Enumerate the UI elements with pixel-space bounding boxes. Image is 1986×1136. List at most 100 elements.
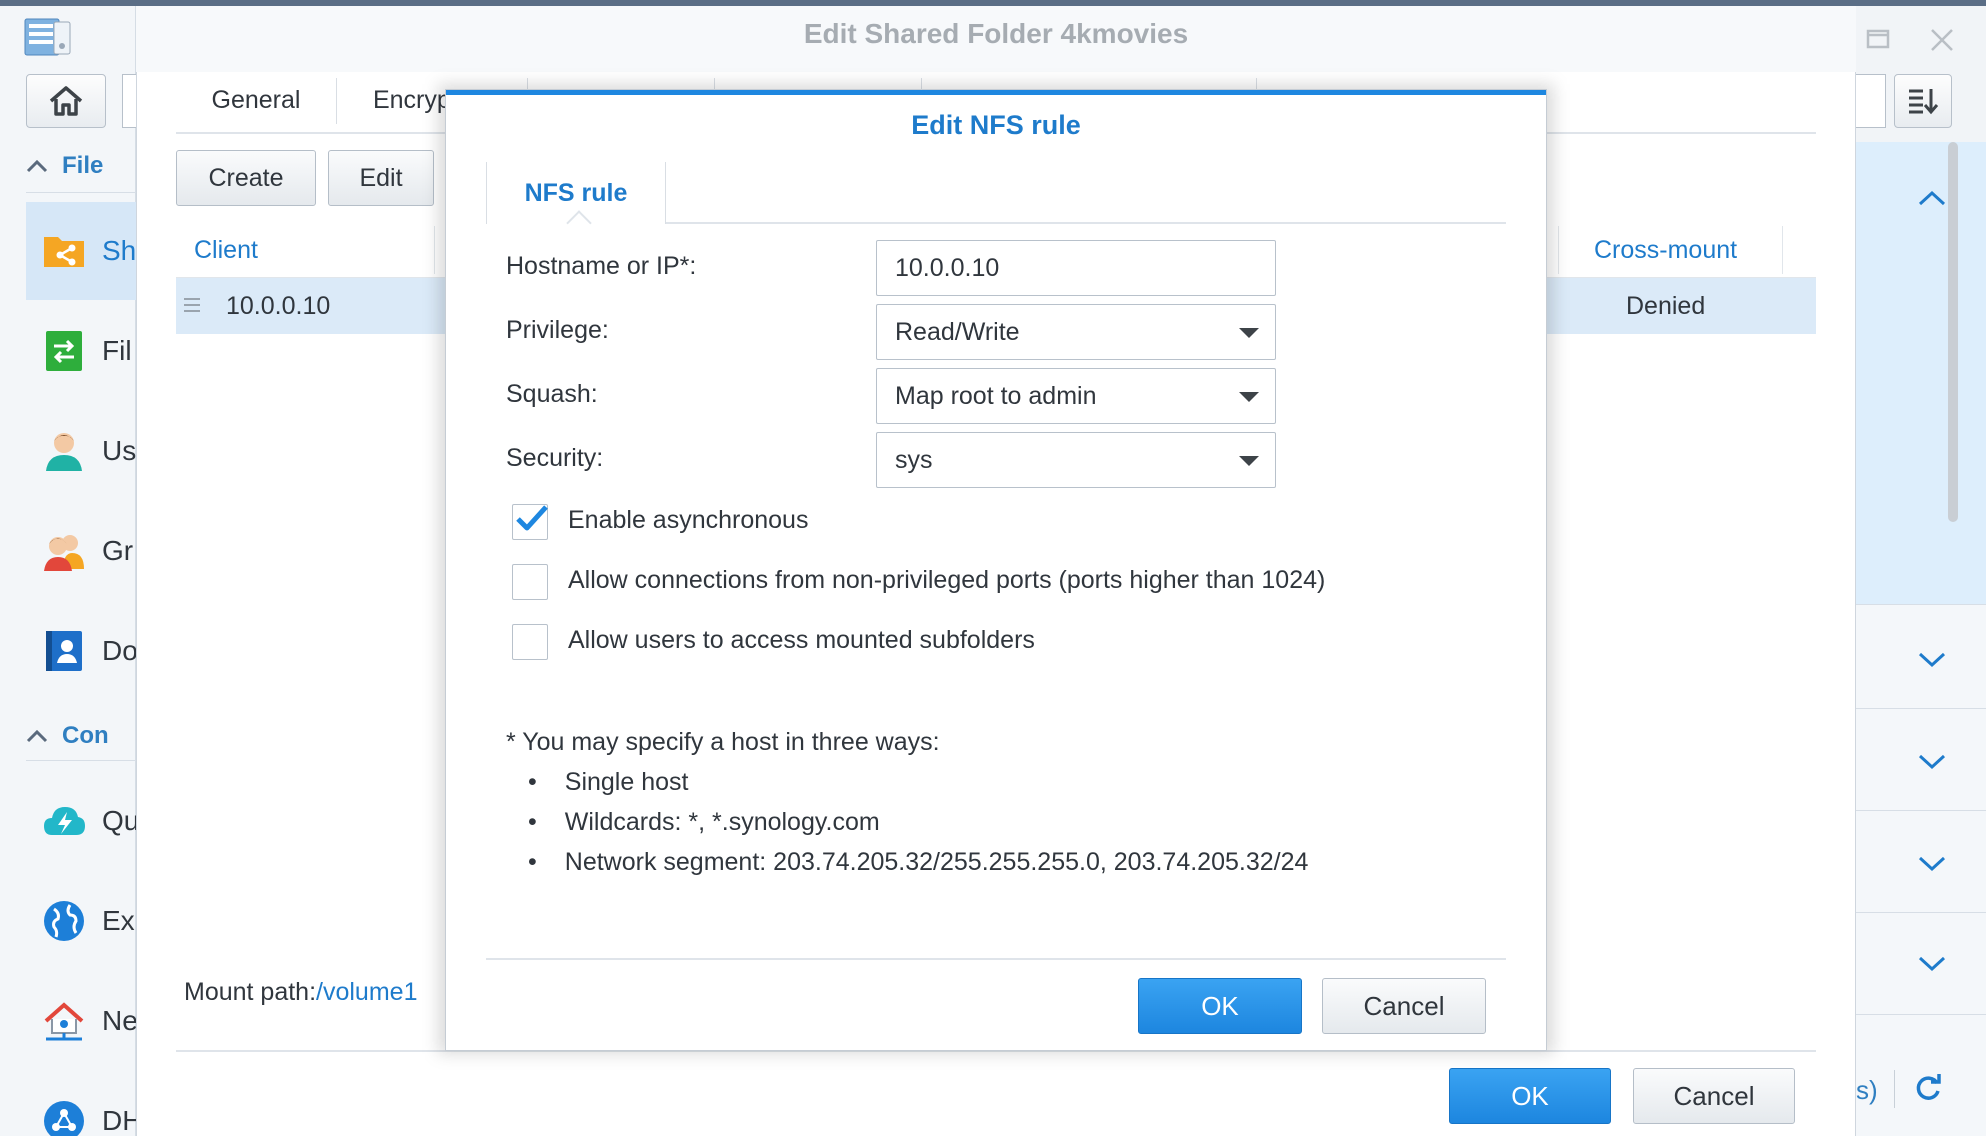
sidebar-divider	[26, 760, 136, 761]
edit-button[interactable]: Edit	[328, 150, 434, 206]
row-divider	[1856, 604, 1986, 605]
sort-button[interactable]	[1894, 74, 1952, 128]
sidebar-item-label: Fil	[102, 335, 132, 366]
sidebar-item-label: Ex	[102, 905, 135, 936]
item-count-text: s)	[1856, 1075, 1878, 1105]
hostname-label: Hostname or IP*:	[506, 252, 697, 280]
dialog-footer-divider	[486, 958, 1506, 960]
cell-cross-mount: Denied	[1626, 291, 1706, 320]
sidebar-item-label: Us	[102, 435, 136, 466]
sidebar-item-user[interactable]: Us	[26, 402, 136, 500]
external-access-icon	[42, 899, 86, 943]
home-icon	[49, 86, 83, 116]
close-button[interactable]	[1924, 22, 1960, 58]
security-select[interactable]: sys	[876, 432, 1276, 488]
create-button[interactable]: Create	[176, 150, 316, 206]
sort-icon	[1909, 89, 1939, 115]
non-privileged-ports-label[interactable]: Allow connections from non-privileged po…	[568, 566, 1325, 595]
group-icon	[42, 529, 86, 573]
drag-handle-icon[interactable]	[184, 296, 200, 314]
refresh-button[interactable]	[1908, 1068, 1948, 1108]
privilege-value: Read/Write	[895, 317, 1020, 346]
squash-value: Map root to admin	[895, 381, 1097, 410]
file-services-icon	[42, 329, 86, 373]
sidebar-item-label: Qu	[102, 805, 136, 836]
chevron-down-icon	[1918, 652, 1946, 668]
sidebar-section-connectivity[interactable]: Con	[26, 716, 136, 756]
close-icon	[1931, 29, 1953, 51]
user-icon	[42, 429, 86, 473]
column-header-client[interactable]: Client	[194, 222, 258, 278]
host-format-note: * You may specify a host in three ways:	[506, 728, 940, 756]
column-divider	[434, 226, 435, 274]
mount-path-label: Mount path:	[184, 978, 317, 1006]
column-divider	[1558, 226, 1559, 274]
maximize-button[interactable]	[1862, 24, 1894, 54]
domain-ldap-icon	[42, 629, 86, 673]
sidebar-item-dhcp-server[interactable]: DH	[26, 1072, 136, 1136]
column-header-cross-mount[interactable]: Cross-mount	[1594, 222, 1737, 278]
quickconnect-icon	[42, 799, 86, 843]
sidebar-item-shared-folder[interactable]: Sh	[26, 202, 136, 300]
checkmark-icon	[516, 505, 548, 531]
list-item: • Network segment: 203.74.205.32/255.255…	[528, 848, 1308, 877]
dhcp-server-icon	[42, 1099, 86, 1136]
tab-general[interactable]: General	[176, 68, 336, 132]
privilege-select[interactable]: Read/Write	[876, 304, 1276, 360]
sidebar-item-label: Sh	[102, 235, 136, 266]
dialog-title: Edit NFS rule	[911, 110, 1081, 140]
squash-label: Squash:	[506, 380, 598, 408]
row-divider	[1856, 810, 1986, 811]
home-button[interactable]	[26, 74, 106, 128]
mount-path-link[interactable]: /volume1	[316, 978, 417, 1006]
row-divider	[1856, 708, 1986, 709]
sidebar-item-label: DH	[102, 1105, 136, 1136]
toolbar-divider	[1894, 1070, 1895, 1108]
control-panel-search-field-right[interactable]	[1856, 74, 1886, 128]
column-divider	[1782, 226, 1783, 274]
list-item: • Single host	[528, 768, 688, 797]
sidebar-divider	[26, 192, 136, 193]
privilege-label: Privilege:	[506, 316, 609, 344]
enable-async-label[interactable]: Enable asynchronous	[568, 506, 808, 535]
dialog-cancel-button[interactable]: Cancel	[1322, 978, 1486, 1034]
collapse-button[interactable]	[1912, 178, 1952, 218]
dialog-ok-button[interactable]: OK	[1138, 978, 1302, 1034]
expand-button[interactable]	[1912, 640, 1952, 680]
sidebar-item-label: Do	[102, 635, 136, 666]
hostname-input[interactable]: 10.0.0.10	[876, 240, 1276, 296]
expand-button[interactable]	[1912, 944, 1952, 984]
sidebar-item-group[interactable]: Gr	[26, 502, 136, 600]
sidebar-item-network[interactable]: Ne	[26, 972, 136, 1070]
sidebar-item-label: Ne	[102, 1005, 136, 1036]
control-panel-search-field[interactable]	[122, 74, 136, 128]
chevron-down-icon	[1918, 856, 1946, 872]
window-title: Edit Shared Folder 4kmovies	[803, 18, 1189, 49]
sidebar-section-label: File	[62, 152, 104, 179]
ok-button[interactable]: OK	[1449, 1068, 1611, 1124]
sidebar-section-label: Con	[62, 722, 109, 749]
bullet-icon: •	[528, 848, 537, 876]
mounted-subfolders-label[interactable]: Allow users to access mounted subfolders	[568, 626, 1035, 655]
chevron-down-icon	[1918, 956, 1946, 972]
cancel-button[interactable]: Cancel	[1633, 1068, 1795, 1124]
chevron-up-icon	[26, 152, 48, 180]
enable-async-checkbox[interactable]	[512, 504, 548, 540]
sidebar-item-file-services[interactable]: Fil	[26, 302, 136, 400]
sidebar-section-file-sharing[interactable]: File	[26, 146, 136, 186]
row-divider	[1856, 1014, 1986, 1015]
expand-button[interactable]	[1912, 844, 1952, 884]
bullet-text: Network segment: 203.74.205.32/255.255.2…	[564, 848, 1309, 876]
dropdown-arrow-icon	[1239, 392, 1259, 402]
cell-client: 10.0.0.10	[226, 291, 331, 320]
chevron-up-icon	[1918, 190, 1946, 206]
sidebar-item-domain-ldap[interactable]: Do	[26, 602, 136, 700]
squash-select[interactable]: Map root to admin	[876, 368, 1276, 424]
bullet-text: Wildcards: *, *.synology.com	[564, 808, 880, 836]
mounted-subfolders-checkbox[interactable]	[512, 624, 548, 660]
mount-path: Mount path:/volume1	[184, 978, 417, 1007]
expand-button[interactable]	[1912, 742, 1952, 782]
sidebar-item-quickconnect[interactable]: Qu	[26, 772, 136, 870]
sidebar-item-external-access[interactable]: Ex	[26, 872, 136, 970]
non-privileged-ports-checkbox[interactable]	[512, 564, 548, 600]
